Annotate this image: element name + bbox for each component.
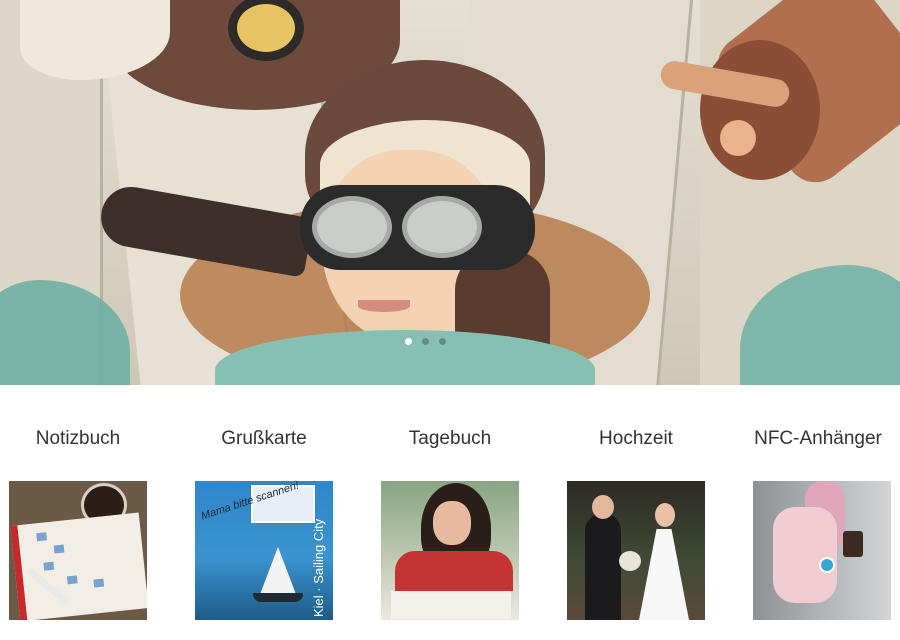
category-image-nfc-tag[interactable] [753,481,891,620]
woman-shirt [395,551,513,591]
nfc-sticker [53,544,65,554]
scarf-left [0,280,130,385]
category-title[interactable]: NFC-Anhänger [725,428,900,450]
slider-dot-2[interactable] [422,338,429,345]
nfc-sticker [36,532,48,542]
category-title[interactable]: Tagebuch [357,428,543,450]
hero-slider[interactable] [0,0,900,385]
child-mouth [358,300,410,312]
groom-head [592,495,614,519]
slider-pagination [405,338,446,345]
goggle-lens-right [402,196,482,258]
nfc-sticker [93,578,105,588]
category-image-wedding[interactable] [567,481,705,620]
category-title[interactable]: Hochzeit [543,428,729,450]
slider-dot-3[interactable] [439,338,446,345]
nfc-tag-icon [819,557,835,573]
backpack [773,507,837,603]
bride-head [655,503,675,527]
sailing-ship-hull [253,593,303,602]
category-grid: Notizbuch Grußkarte Mama bitte scannen! … [0,420,900,640]
category-title[interactable]: Notizbuch [0,428,171,450]
groom [585,513,621,620]
notebook [10,512,147,620]
bouquet [619,551,641,571]
slider-dot-1[interactable] [405,338,412,345]
goggle-lens-left [312,196,392,258]
category-image-diary[interactable] [381,481,519,620]
postcard-vertical-text: Kiel · Sailing City [311,518,326,617]
nfc-sticker [43,561,55,571]
bride-dress [639,529,689,620]
sailing-ship-sails [259,547,297,597]
woman-face [433,501,471,545]
category-title[interactable]: Grußkarte [171,428,357,450]
diary-paper [391,591,511,619]
category-image-notebook[interactable] [9,481,147,620]
category-image-postcard[interactable]: Mama bitte scannen! Kiel · Sailing City [195,481,333,620]
toy-plane-wheel [720,120,756,156]
toy-plane-body [700,40,820,180]
nfc-sticker [66,575,78,585]
coffee-cup [843,531,863,557]
